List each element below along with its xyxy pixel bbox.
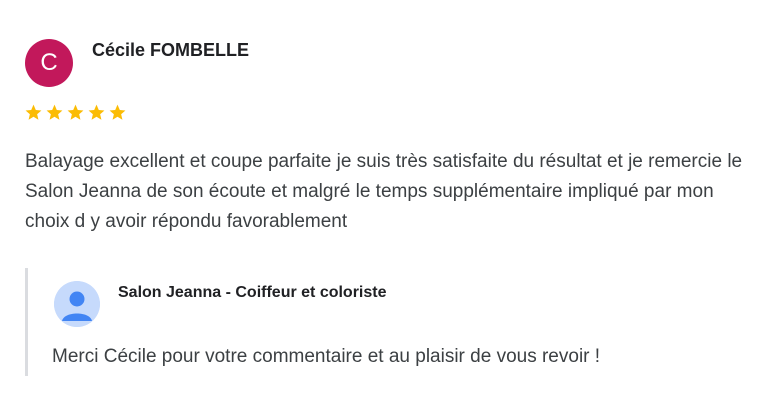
review-card: C Cécile FOMBELLE Balayage excellent et …	[0, 0, 783, 420]
reviewer-avatar[interactable]: C	[25, 39, 73, 87]
default-user-avatar-icon	[54, 281, 100, 327]
star-icon	[109, 104, 126, 120]
star-icon	[88, 104, 105, 120]
star-icon	[25, 104, 42, 120]
star-rating	[24, 103, 127, 122]
reviewer-avatar-letter: C	[40, 49, 58, 76]
review-text: Balayage excellent et coupe parfaite je …	[25, 151, 743, 232]
reply-text: Merci Cécile pour votre commentaire et a…	[52, 346, 601, 367]
reply-author-name: Salon Jeanna - Coiffeur et coloriste	[118, 284, 387, 301]
star-icon	[67, 104, 84, 120]
reviewer-name[interactable]: Cécile FOMBELLE	[92, 40, 249, 61]
star-icon	[46, 104, 63, 120]
owner-reply: Salon Jeanna - Coiffeur et coloriste Mer…	[25, 268, 728, 376]
